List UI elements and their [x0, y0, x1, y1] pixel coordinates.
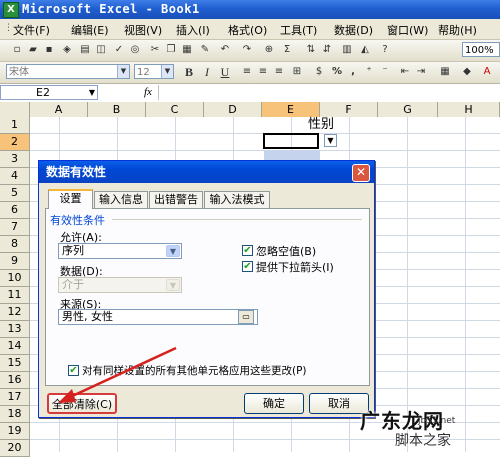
tab-settings[interactable]: 设置 [48, 189, 93, 209]
watermark-url: jb51.net [418, 416, 456, 426]
arrow-head [58, 389, 76, 403]
arrow-line [67, 346, 177, 400]
annotation-arrow [58, 346, 177, 403]
watermark-sub: 脚本之家 [395, 433, 451, 449]
